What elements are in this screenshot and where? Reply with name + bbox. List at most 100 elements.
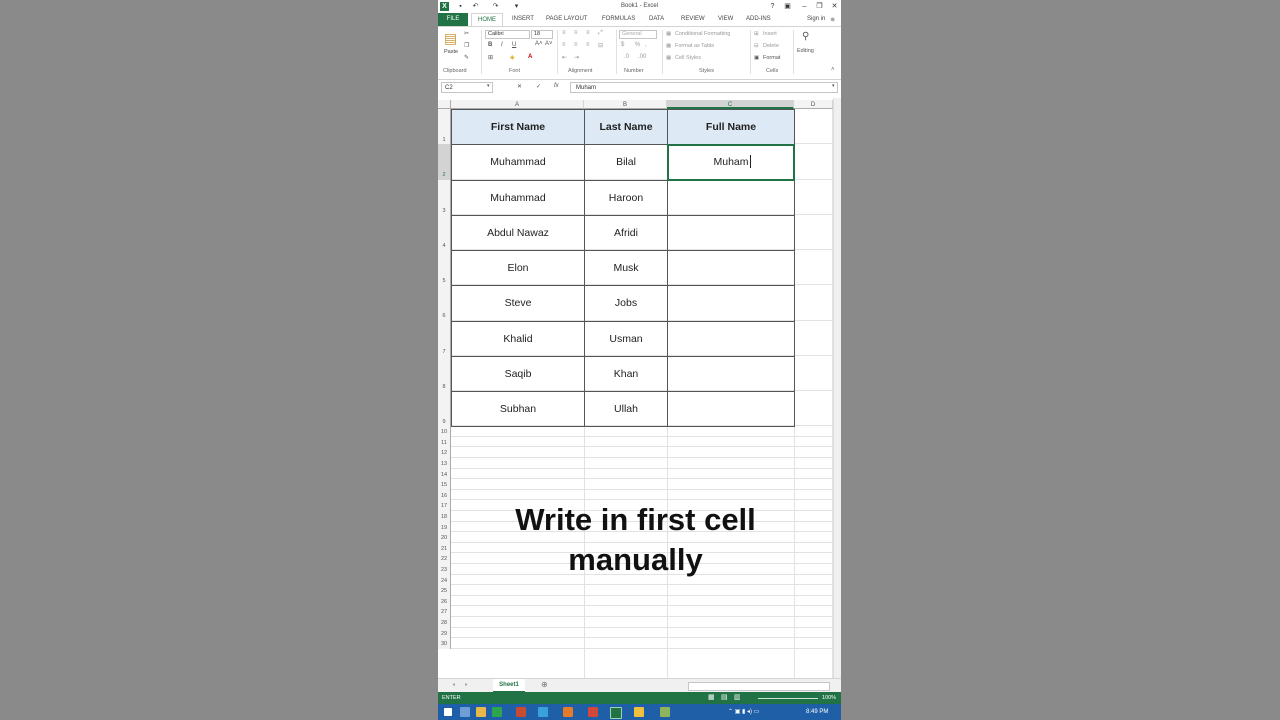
bottom-align-icon[interactable]: ≡ [586, 30, 590, 36]
row-header[interactable]: 2 [438, 144, 451, 180]
align-center-icon[interactable]: ≡ [574, 42, 578, 48]
collapse-ribbon-icon[interactable]: ˄ [831, 67, 835, 73]
row-header[interactable]: 11 [438, 436, 451, 448]
vlc-taskbar-icon[interactable] [563, 707, 573, 717]
borders-icon[interactable]: ⊞ [488, 54, 493, 61]
editing-button[interactable]: Editing [797, 48, 814, 54]
table-cell[interactable]: Jobs [584, 285, 668, 322]
conditional-formatting-button[interactable]: Conditional Formatting [675, 31, 730, 37]
format-as-table-icon[interactable]: ▦ [666, 43, 671, 49]
header-cell[interactable]: Last Name [584, 109, 668, 146]
insert-cells-icon[interactable]: ⊞ [754, 31, 759, 37]
table-cell[interactable]: Muhammad [451, 179, 585, 216]
format-painter-icon[interactable]: ✎ [464, 54, 469, 61]
full-name-cell[interactable] [667, 179, 795, 216]
taskbar-clock[interactable]: 8:49 PM [806, 709, 828, 715]
merge-center-icon[interactable]: ⊟ [598, 42, 603, 49]
full-name-cell[interactable] [667, 285, 795, 322]
zoom-level[interactable]: 100% [822, 695, 836, 701]
row-header[interactable]: 29 [438, 627, 451, 639]
percent-icon[interactable]: % [635, 42, 640, 48]
number-format-select[interactable]: General [619, 30, 657, 39]
table-cell[interactable]: Muhammad [451, 144, 585, 181]
row-header[interactable]: 14 [438, 468, 451, 480]
start-icon[interactable] [444, 708, 452, 716]
delete-cells-button[interactable]: Delete [763, 43, 779, 49]
delete-cells-icon[interactable]: ⊟ [754, 43, 759, 49]
column-header-b[interactable]: B [584, 100, 667, 109]
cancel-entry-icon[interactable]: ✕ [517, 83, 522, 90]
italic-button[interactable]: I [501, 42, 503, 48]
restore-button[interactable]: ❐ [815, 2, 824, 11]
row-header[interactable]: 30 [438, 638, 451, 649]
format-cells-icon[interactable]: ▣ [754, 55, 759, 61]
new-sheet-icon[interactable]: ⊕ [541, 680, 548, 689]
shrink-font-icon[interactable]: A˅ [545, 41, 553, 47]
ribbon-display-options-icon[interactable]: ▣ [783, 2, 792, 11]
row-header[interactable]: 16 [438, 489, 451, 501]
paste-icon[interactable]: ▤ [444, 30, 457, 47]
row-header[interactable]: 27 [438, 606, 451, 618]
excel-taskbar-icon[interactable] [492, 707, 502, 717]
system-tray-icons[interactable]: ⌃ ▣ ▮ ◂) ▭ [728, 708, 759, 715]
insert-function-icon[interactable]: fx [554, 83, 559, 89]
full-name-cell[interactable] [667, 391, 795, 428]
tab-formulas[interactable]: FORMULAS [602, 16, 635, 22]
worksheet-grid[interactable]: A B C D 1 2 3 4 5 6 7 8 9 10 11 12 13 14 15 16 17 18 19 20 2… [438, 98, 833, 678]
font-color-icon[interactable]: A [528, 54, 532, 60]
browser-taskbar-icon[interactable] [538, 707, 548, 717]
binoculars-icon[interactable]: ⚲ [802, 31, 809, 42]
tab-home[interactable]: HOME [471, 13, 503, 26]
full-name-cell[interactable] [667, 320, 795, 357]
fill-color-icon[interactable]: ◈ [510, 54, 515, 61]
row-header[interactable]: 10 [438, 426, 451, 437]
increase-indent-icon[interactable]: ⇥ [574, 54, 579, 61]
bold-button[interactable]: B [488, 42, 492, 48]
tab-add-ins[interactable]: ADD-INS [746, 16, 771, 22]
decrease-indent-icon[interactable]: ⇤ [562, 54, 567, 61]
table-cell[interactable]: Subhan [451, 391, 585, 428]
row-header[interactable]: 13 [438, 458, 451, 469]
help-button[interactable]: ? [768, 2, 777, 11]
select-all-corner[interactable] [438, 100, 451, 109]
header-cell[interactable]: Full Name [667, 109, 795, 146]
table-cell[interactable]: Ullah [584, 391, 668, 428]
formula-input[interactable]: Muham [570, 82, 838, 93]
expand-formula-bar-icon[interactable]: ▾ [832, 83, 835, 89]
name-box-dropdown-icon[interactable]: ▾ [487, 83, 490, 89]
increase-decimal-icon[interactable]: .0 [624, 54, 629, 60]
notes-taskbar-icon[interactable] [634, 707, 644, 717]
page-break-view-icon[interactable]: ▥ [734, 693, 741, 701]
app-taskbar-icon[interactable] [516, 707, 526, 717]
align-right-icon[interactable]: ≡ [586, 42, 590, 48]
normal-view-icon[interactable]: ▦ [708, 693, 715, 701]
name-box[interactable]: C2 [441, 82, 493, 93]
zoom-slider[interactable] [758, 698, 818, 699]
cell-styles-icon[interactable]: ▦ [666, 55, 671, 61]
full-name-cell[interactable] [667, 355, 795, 392]
top-align-icon[interactable]: ≡ [562, 30, 566, 36]
paste-button[interactable]: Paste [444, 49, 458, 55]
comma-style-icon[interactable]: , [645, 42, 647, 48]
column-header-a[interactable]: A [451, 100, 584, 109]
decrease-decimal-icon[interactable]: .00 [638, 54, 646, 60]
enter-entry-icon[interactable]: ✓ [536, 83, 541, 90]
row-header[interactable]: 15 [438, 479, 451, 490]
insert-cells-button[interactable]: Insert [763, 31, 777, 37]
horizontal-scrollbar[interactable] [688, 682, 830, 691]
column-header-c[interactable]: C [667, 100, 794, 109]
table-cell[interactable]: Khan [584, 355, 668, 392]
excel-active-taskbar-icon[interactable] [610, 707, 622, 719]
column-header-d[interactable]: D [794, 100, 833, 109]
sign-in-link[interactable]: Sign in [807, 16, 825, 22]
orientation-icon[interactable]: ⤢ [598, 30, 603, 37]
row-header[interactable]: 12 [438, 447, 451, 459]
currency-icon[interactable]: $ [621, 42, 624, 48]
row-header[interactable]: 25 [438, 585, 451, 596]
row-header[interactable]: 3 [438, 179, 451, 215]
row-header[interactable]: 4 [438, 214, 451, 250]
table-cell[interactable]: Bilal [584, 144, 668, 181]
cell-styles-button[interactable]: Cell Styles [675, 55, 701, 61]
tab-data[interactable]: DATA [649, 16, 664, 22]
row-header[interactable]: 1 [438, 109, 451, 145]
